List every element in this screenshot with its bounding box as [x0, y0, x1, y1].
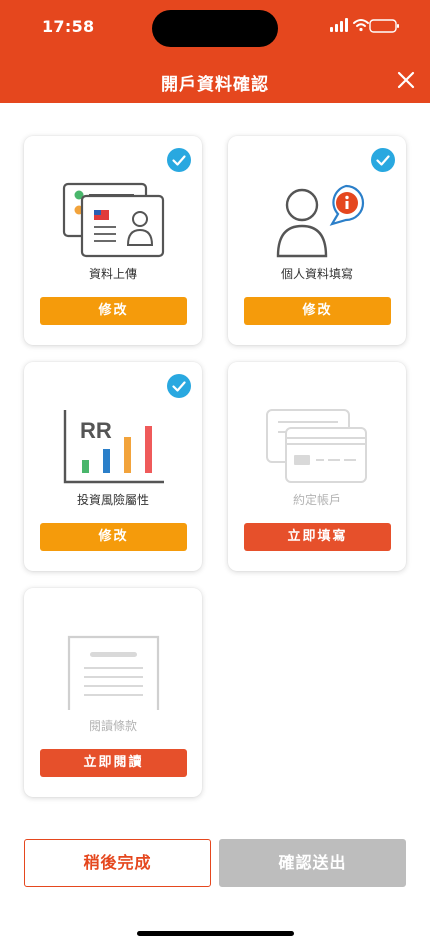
card-designated-account[interactable]: 約定帳戶 立即填寫	[228, 362, 406, 571]
card-label: 閱讀條款	[88, 719, 137, 733]
status-time: 17:58	[42, 17, 95, 36]
read-now-button[interactable]: 立即閱讀	[40, 749, 187, 777]
card-read-terms[interactable]: 閱讀條款 立即閱讀	[24, 588, 202, 797]
battery-icon	[369, 19, 399, 33]
signal-icon	[330, 18, 348, 32]
card-label: 資料上傳	[88, 267, 137, 281]
card-personal-info[interactable]: 個人資料填寫 修改	[228, 136, 406, 345]
fill-now-button[interactable]: 立即填寫	[244, 523, 391, 551]
risk-bar-chart-icon: RR	[63, 410, 164, 484]
complete-later-button[interactable]: 稍後完成	[24, 839, 211, 887]
check-icon	[167, 374, 191, 398]
app-header: 17:58 開戶資料確認	[0, 0, 430, 103]
home-indicator	[137, 931, 294, 936]
check-icon	[371, 148, 395, 172]
close-icon[interactable]	[394, 68, 418, 92]
edit-button[interactable]: 修改	[40, 523, 187, 551]
document-icon	[67, 635, 160, 710]
card-label: 投資風險屬性	[76, 493, 149, 507]
person-info-icon	[276, 184, 365, 258]
edit-button[interactable]: 修改	[244, 297, 391, 325]
page-title: 開戶資料確認	[161, 75, 269, 95]
card-label: 個人資料填寫	[280, 267, 353, 281]
edit-button[interactable]: 修改	[40, 297, 187, 325]
wifi-icon	[353, 19, 369, 32]
check-icon	[167, 148, 191, 172]
chart-icon-text: RR	[80, 418, 112, 443]
card-risk-assessment[interactable]: RR 投資風險屬性 修改	[24, 362, 202, 571]
status-icons	[330, 18, 399, 33]
card-document-upload[interactable]: 資料上傳 修改	[24, 136, 202, 345]
id-documents-icon	[62, 182, 165, 258]
submit-button[interactable]: 確認送出	[219, 839, 406, 887]
card-label: 約定帳戶	[292, 493, 341, 507]
dynamic-island	[152, 10, 278, 47]
bank-card-icon	[266, 409, 367, 483]
